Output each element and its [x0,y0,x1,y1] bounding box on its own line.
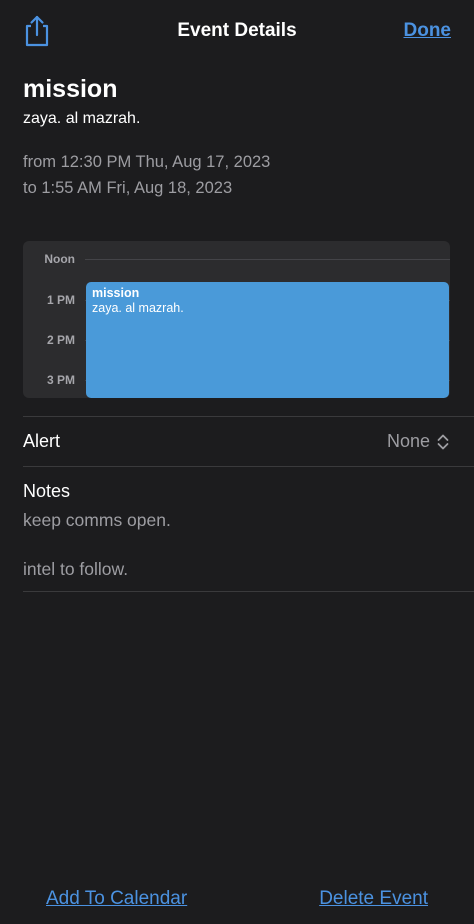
divider [23,591,474,592]
add-to-calendar-button[interactable]: Add To Calendar [46,888,187,910]
event-block-title: mission [92,286,140,300]
alert-value[interactable]: None [387,431,430,452]
alert-label: Alert [23,431,61,451]
event-end-time: to 1:55 AM Fri, Aug 18, 2023 [23,179,233,197]
divider [23,466,474,467]
notes-label: Notes [23,481,71,501]
event-block-location: zaya. al mazrah. [92,301,184,315]
hour-label: Noon [44,252,75,266]
hour-row-noon: Noon [23,249,450,269]
hour-label: 2 PM [46,333,75,347]
delete-event-button[interactable]: Delete Event [319,888,428,910]
event-title: mission [23,75,118,103]
alert-row[interactable]: Alert None [0,417,474,466]
event-location: zaya. al mazrah. [23,110,141,127]
hour-label: 1 PM [46,293,75,307]
hour-gridline [85,259,450,260]
event-block[interactable]: mission zaya. al mazrah. [86,282,449,398]
nav-bar: Event Details Done [0,0,474,64]
hour-label: 3 PM [46,373,75,387]
event-start-time: from 12:30 PM Thu, Aug 17, 2023 [23,153,271,171]
notes-line: keep comms open. [23,510,171,530]
notes-line: intel to follow. [23,559,129,579]
day-preview: Noon 1 PM 2 PM 3 PM mission zaya. al maz… [23,241,450,398]
up-down-chevron-icon [437,434,449,450]
done-button[interactable]: Done [404,20,452,42]
